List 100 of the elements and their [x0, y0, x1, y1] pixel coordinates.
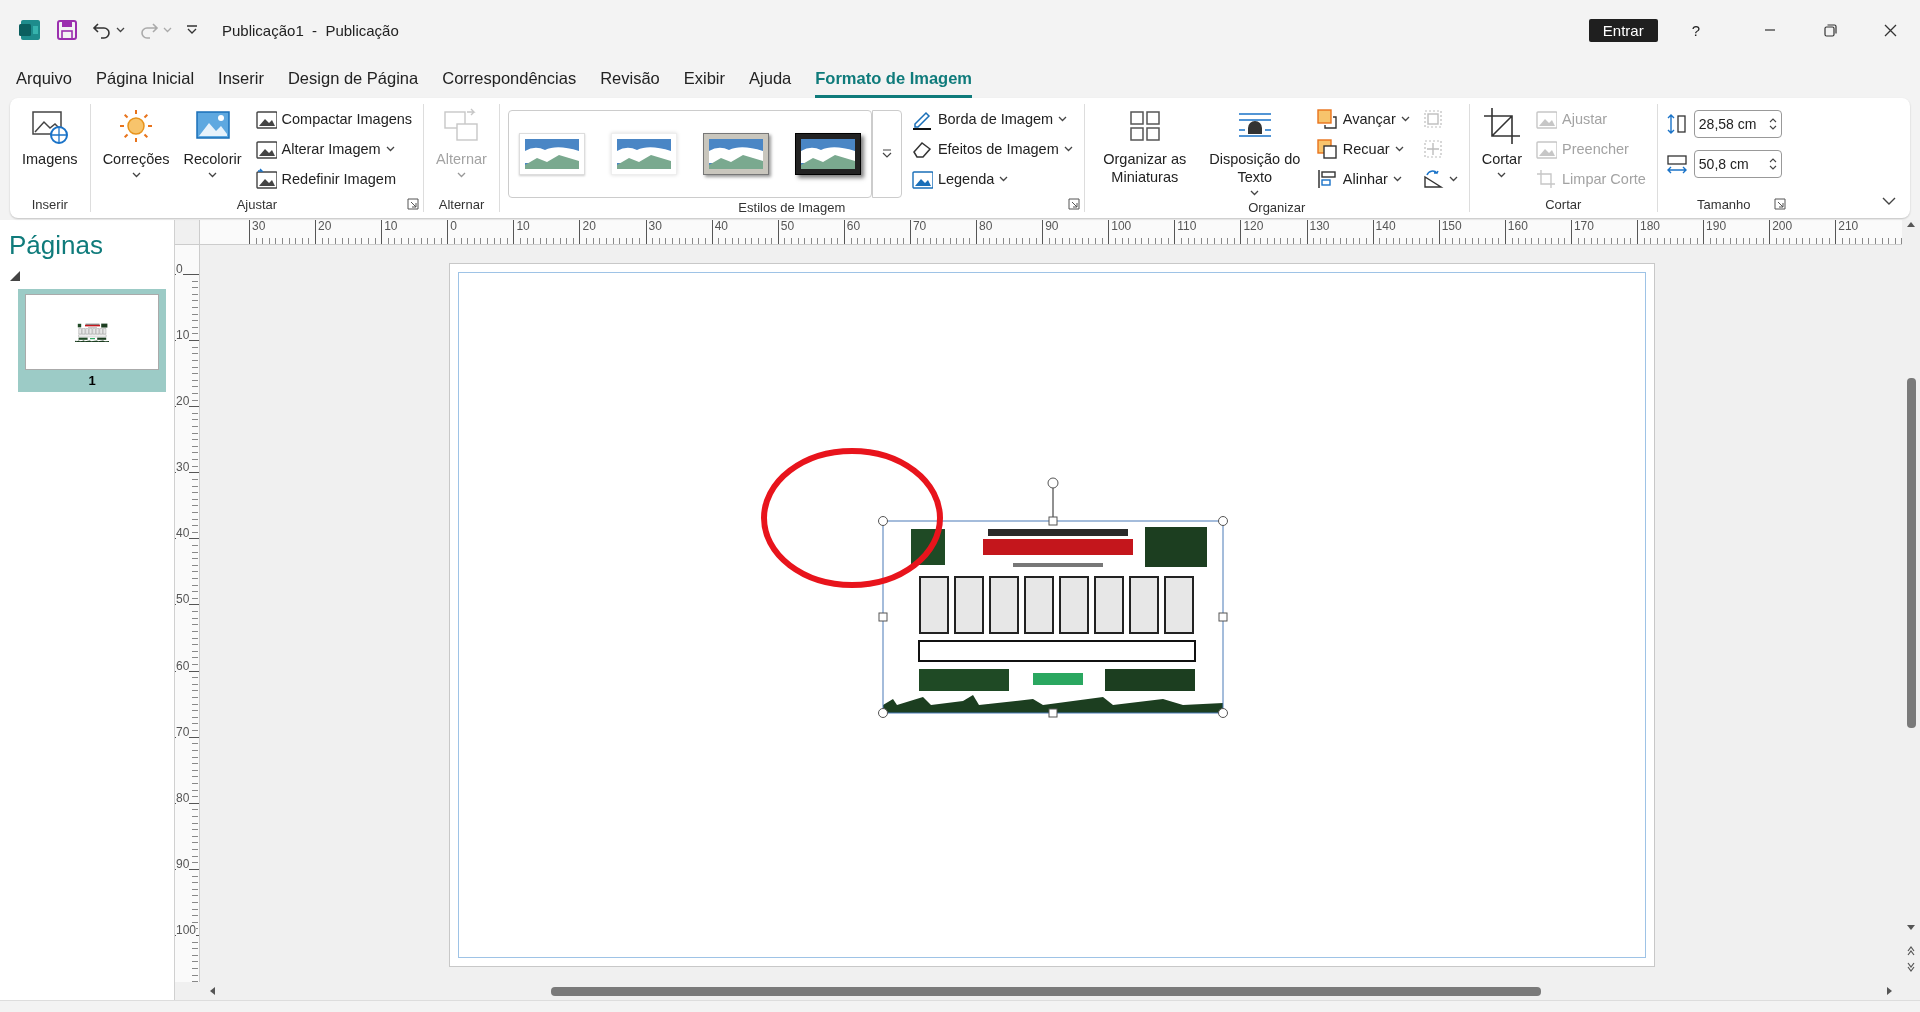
width-icon: [1665, 153, 1688, 175]
ellipse-shape[interactable]: [761, 448, 943, 588]
ribbon-button[interactable]: Borda de Imagem: [907, 106, 1076, 132]
ribbon-button[interactable]: Avançar: [1312, 106, 1413, 132]
sign-in-button[interactable]: Entrar: [1588, 18, 1658, 42]
crop-reset-icon: [1535, 168, 1557, 190]
ruler-label: 170: [1570, 220, 1637, 244]
window-title: Publicação1 - Publicação: [222, 21, 399, 39]
ribbon-tab[interactable]: Correspondências: [442, 69, 577, 98]
close-icon: [1883, 23, 1897, 37]
ruler-label: 80: [976, 220, 1043, 244]
size-field[interactable]: 50,8 cm: [1693, 150, 1782, 178]
ruler-label: 110: [1174, 220, 1241, 244]
ruler-label: 120: [1240, 220, 1307, 244]
ribbon-tab[interactable]: Exibir: [683, 69, 726, 98]
landscape-icon: [800, 139, 855, 169]
group-label: Estilos de Imagem: [738, 199, 846, 215]
send-backward-icon: [1315, 138, 1338, 160]
group-label: Organizar: [1248, 199, 1306, 215]
landscape-icon: [524, 139, 579, 169]
ribbon-button[interactable]: Redefinir Imagem: [251, 166, 416, 192]
spin-arrows-icon: [1768, 157, 1777, 171]
group-label: Ajustar: [236, 196, 278, 212]
ruler-label: 90: [176, 856, 190, 871]
ruler-label: 30: [645, 220, 712, 244]
ribbon-button[interactable]: Imagens: [18, 104, 82, 170]
crop-icon: [1481, 106, 1522, 146]
scrollbar-thumb[interactable]: [551, 986, 1541, 996]
redo-icon: [139, 20, 159, 40]
ribbon-button[interactable]: Efeitos de Imagem: [907, 136, 1076, 162]
ruler-label: 10: [176, 328, 190, 343]
ruler-label: 210: [1835, 220, 1902, 244]
ruler-label: 150: [1438, 220, 1505, 244]
ribbon-tab[interactable]: Arquivo: [16, 69, 72, 98]
ribbon-tab[interactable]: Inserir: [218, 69, 264, 98]
ruler-label: 10: [513, 220, 580, 244]
picture-icon: [254, 108, 277, 130]
ruler-label: 0: [447, 220, 514, 244]
picture-icon: [1535, 138, 1557, 160]
picture-icon: [910, 168, 933, 190]
next-page-icon: [1907, 962, 1915, 972]
bring-forward-icon: [1315, 108, 1338, 130]
group-label: Alternar: [438, 196, 485, 212]
pane-title: Páginas: [9, 230, 104, 261]
ruler-label: 180: [1636, 220, 1704, 244]
ribbon-button[interactable]: Legenda: [907, 166, 1076, 192]
size-field[interactable]: 28,58 cm: [1693, 110, 1782, 138]
ruler-label: 70: [176, 724, 190, 739]
scroll-left-icon: [208, 986, 216, 996]
group-label: Cortar: [1545, 196, 1582, 212]
group-label: Tamanho: [1697, 196, 1751, 212]
page-thumbnail[interactable]: 1: [18, 289, 166, 392]
caret-icon: [163, 27, 172, 33]
ribbon-button[interactable]: Recolorir: [179, 104, 246, 180]
ribbon-button[interactable]: Compactar Imagens: [251, 106, 416, 132]
height-icon: [1665, 113, 1688, 135]
app-logo-icon: [18, 18, 42, 42]
group-label: Inserir: [31, 196, 68, 212]
ruler-label: 100: [176, 922, 197, 937]
align-icon: [1315, 168, 1338, 190]
ruler-label: 40: [711, 220, 778, 244]
ruler-label: 0: [176, 262, 183, 276]
previous-page-icon: [1907, 946, 1915, 956]
ruler-label: 100: [1108, 220, 1175, 244]
ruler-label: 50: [176, 592, 190, 607]
ruler-label: 60: [176, 658, 190, 673]
ruler-label: 20: [176, 394, 190, 409]
ribbon-tab[interactable]: Ajuda: [749, 69, 792, 98]
ribbon-button[interactable]: Recuar: [1312, 136, 1413, 162]
ruler-label: 30: [176, 460, 190, 475]
ribbon-button[interactable]: Cortar: [1477, 104, 1526, 180]
ruler-label: 70: [909, 220, 977, 244]
picture-icon: [1535, 108, 1557, 130]
ribbon-tab[interactable]: Revisão: [600, 69, 660, 98]
ribbon-tab[interactable]: Design de Página: [287, 69, 419, 98]
ribbon-button[interactable]: Correções: [98, 104, 174, 180]
expand-icon: [881, 149, 892, 159]
ribbon-button[interactable]: Alinhar: [1312, 166, 1413, 192]
ribbon-button[interactable]: Organizar as Miniaturas: [1092, 104, 1197, 188]
customize-toolbar-icon: [186, 24, 198, 36]
spin-arrows-icon: [1768, 117, 1777, 131]
restore-icon: [1823, 23, 1837, 37]
ribbon-button[interactable]: Alterar Imagem: [251, 136, 416, 162]
scroll-down-icon: [1906, 924, 1916, 932]
ruler-label: 50: [777, 220, 844, 244]
rotate-icon: [1421, 168, 1444, 190]
page-number: 1: [88, 372, 96, 390]
scroll-up-icon: [1906, 220, 1916, 228]
ribbon-tab[interactable]: Página Inicial: [95, 69, 195, 98]
ruler-label: 30: [249, 220, 316, 244]
help-button[interactable]: ?: [1691, 21, 1700, 39]
ruler-label: 80: [176, 790, 190, 805]
ruler-label: 140: [1372, 220, 1439, 244]
scrollbar-thumb[interactable]: [1906, 378, 1916, 728]
collapse-ribbon-icon: [1882, 197, 1896, 206]
ruler-label: 10: [381, 220, 448, 244]
picture-style-option[interactable]: [794, 133, 861, 175]
undo-icon: [92, 20, 112, 40]
ruler-label: 40: [176, 526, 190, 541]
ribbon-button[interactable]: Disposição do Texto: [1202, 104, 1307, 198]
